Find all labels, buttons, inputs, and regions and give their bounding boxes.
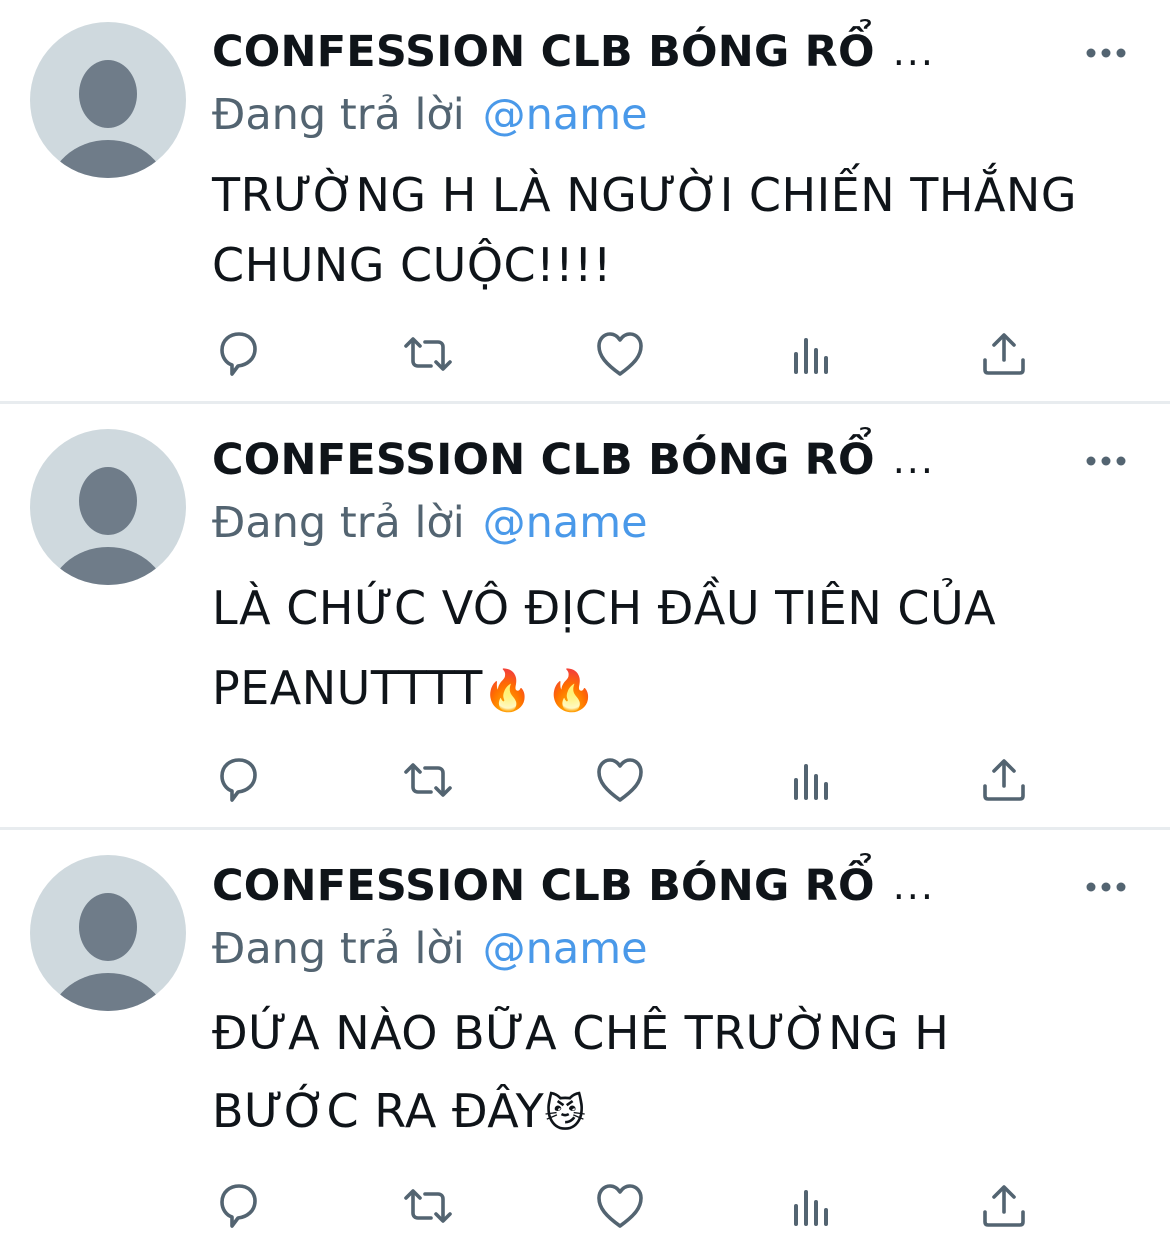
fire-emoji: 🔥 🔥 bbox=[482, 668, 597, 714]
default-profile-icon[interactable] bbox=[30, 429, 186, 585]
action-bar bbox=[0, 1178, 1170, 1234]
more-dots-icon[interactable] bbox=[1084, 870, 1128, 904]
tweet[interactable]: CONFESSION CLB BÓNG RỔ ... Đang trả lời … bbox=[0, 830, 1170, 1249]
retweet-icon[interactable] bbox=[400, 1178, 456, 1234]
heart-icon[interactable] bbox=[592, 1178, 648, 1234]
more-dots-icon[interactable] bbox=[1084, 444, 1128, 478]
tweet[interactable]: CONFESSION CLB BÓNG RỔ ... Đang trả lời … bbox=[0, 404, 1170, 830]
tweet-text-line: PEANUTTTT🔥 🔥 bbox=[212, 648, 1142, 731]
retweet-icon[interactable] bbox=[400, 752, 456, 808]
default-profile-icon[interactable] bbox=[30, 22, 186, 178]
reply-bubble-icon[interactable] bbox=[210, 326, 266, 382]
author-name[interactable]: CONFESSION CLB BÓNG RỔ bbox=[212, 435, 875, 485]
replying-to: Đang trả lời @name bbox=[212, 918, 648, 980]
tweet-text: ĐỨA NÀO BỮA CHÊ TRƯỜNG H BƯỚC RA ĐÂY😼 bbox=[212, 994, 1142, 1153]
share-upload-icon[interactable] bbox=[976, 326, 1032, 382]
action-bar bbox=[0, 326, 1170, 382]
reply-bubble-icon[interactable] bbox=[210, 1178, 266, 1234]
reply-handle-link[interactable]: @name bbox=[483, 90, 648, 140]
replying-to-label: Đang trả lời bbox=[212, 90, 465, 140]
name-truncation: ... bbox=[892, 30, 935, 74]
replying-to-label: Đang trả lời bbox=[212, 498, 465, 548]
replying-to-label: Đang trả lời bbox=[212, 924, 465, 974]
views-bar-chart-icon[interactable] bbox=[784, 1178, 840, 1234]
tweet-text-line-part: BƯỚC RA ĐÂY bbox=[212, 1084, 545, 1138]
action-bar bbox=[0, 752, 1170, 808]
retweet-icon[interactable] bbox=[400, 326, 456, 382]
more-dots-icon[interactable] bbox=[1084, 36, 1128, 70]
reply-handle-link[interactable]: @name bbox=[483, 498, 648, 548]
tweet-text-line-part: PEANUTTTT bbox=[212, 661, 483, 715]
name-truncation: ... bbox=[892, 864, 935, 908]
heart-icon[interactable] bbox=[592, 752, 648, 808]
tweet-text-line: LÀ CHỨC VÔ ĐỊCH ĐẦU TIÊN CỦA bbox=[212, 581, 997, 635]
tweet[interactable]: CONFESSION CLB BÓNG RỔ ... Đang trả lời … bbox=[0, 0, 1170, 404]
author-name[interactable]: CONFESSION CLB BÓNG RỔ bbox=[212, 861, 875, 911]
views-bar-chart-icon[interactable] bbox=[784, 326, 840, 382]
tweet-text-line: CHUNG CUỘC!!!! bbox=[212, 238, 612, 292]
tweet-text-line: BƯỚC RA ĐÂY😼 bbox=[212, 1072, 1142, 1153]
cat-emoji: 😼 bbox=[544, 1091, 587, 1137]
author-name[interactable]: CONFESSION CLB BÓNG RỔ bbox=[212, 27, 875, 77]
default-profile-icon[interactable] bbox=[30, 855, 186, 1011]
tweet-text: TRƯỜNG H LÀ NGƯỜI CHIẾN THẮNG CHUNG CUỘC… bbox=[212, 160, 1142, 300]
tweet-text-line: ĐỨA NÀO BỮA CHÊ TRƯỜNG H bbox=[212, 1006, 950, 1060]
views-bar-chart-icon[interactable] bbox=[784, 752, 840, 808]
reply-handle-link[interactable]: @name bbox=[483, 924, 648, 974]
reply-bubble-icon[interactable] bbox=[210, 752, 266, 808]
share-upload-icon[interactable] bbox=[976, 1178, 1032, 1234]
replying-to: Đang trả lời @name bbox=[212, 84, 648, 146]
heart-icon[interactable] bbox=[592, 326, 648, 382]
share-upload-icon[interactable] bbox=[976, 752, 1032, 808]
name-truncation: ... bbox=[892, 438, 935, 482]
tweet-text: LÀ CHỨC VÔ ĐỊCH ĐẦU TIÊN CỦA PEANUTTTT🔥 … bbox=[212, 568, 1142, 731]
replying-to: Đang trả lời @name bbox=[212, 492, 648, 554]
tweet-text-line: TRƯỜNG H LÀ NGƯỜI CHIẾN THẮNG bbox=[212, 168, 1077, 222]
